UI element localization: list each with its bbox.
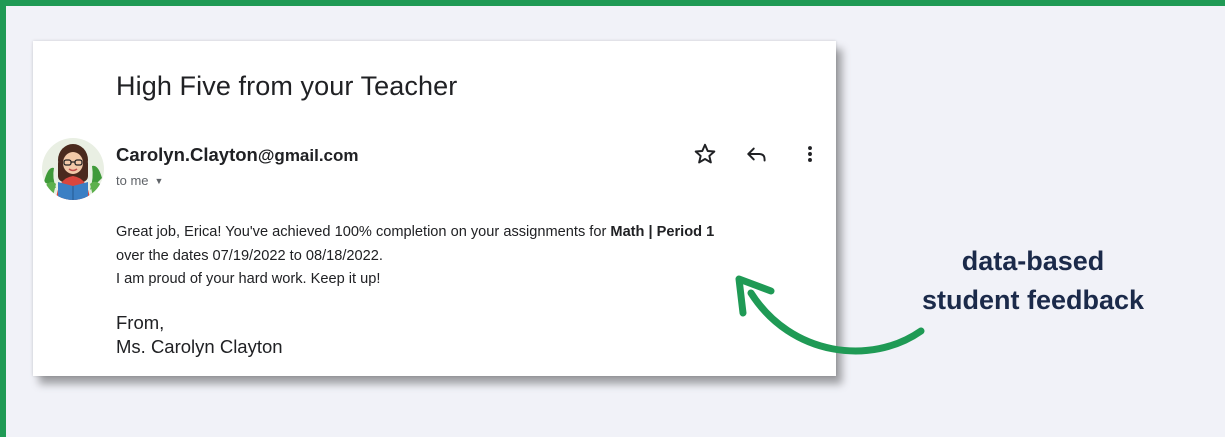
recipient-label: to me (116, 173, 149, 188)
avatar-illustration-icon (42, 138, 104, 200)
sender-avatar[interactable] (42, 138, 104, 200)
sender-name: Carolyn.Clayton (116, 144, 258, 165)
star-button[interactable] (692, 141, 718, 167)
reply-icon (747, 147, 766, 162)
body-text-part: Great job, Erica! You've achieved 100% c… (116, 224, 611, 240)
star-icon (694, 143, 716, 164)
sender-address: Carolyn.Clayton@gmail.com (116, 144, 359, 166)
email-message-card: High Five from your Teacher Carolyn.Clay… (33, 41, 836, 376)
more-options-button[interactable] (797, 141, 823, 167)
curved-arrow-icon (735, 275, 925, 355)
course-name: Math | Period 1 (610, 224, 715, 240)
signoff: From, (116, 312, 165, 333)
reply-button[interactable] (744, 141, 770, 167)
body-line-1: Great job, Erica! You've achieved 100% c… (116, 221, 831, 245)
recipient-details-toggle[interactable]: to me ▼ (116, 173, 163, 188)
caret-down-icon: ▼ (154, 176, 164, 186)
more-vert-icon (808, 146, 812, 162)
email-subject: High Five from your Teacher (116, 71, 458, 101)
slide-background: High Five from your Teacher Carolyn.Clay… (6, 6, 1225, 437)
body-line-2: over the dates 07/19/2022 to 08/18/2022. (116, 247, 383, 264)
signature-name: Ms. Carolyn Clayton (116, 336, 283, 357)
sender-domain: @gmail.com (257, 146, 359, 165)
email-signature: From, Ms. Carolyn Clayton (116, 311, 283, 359)
